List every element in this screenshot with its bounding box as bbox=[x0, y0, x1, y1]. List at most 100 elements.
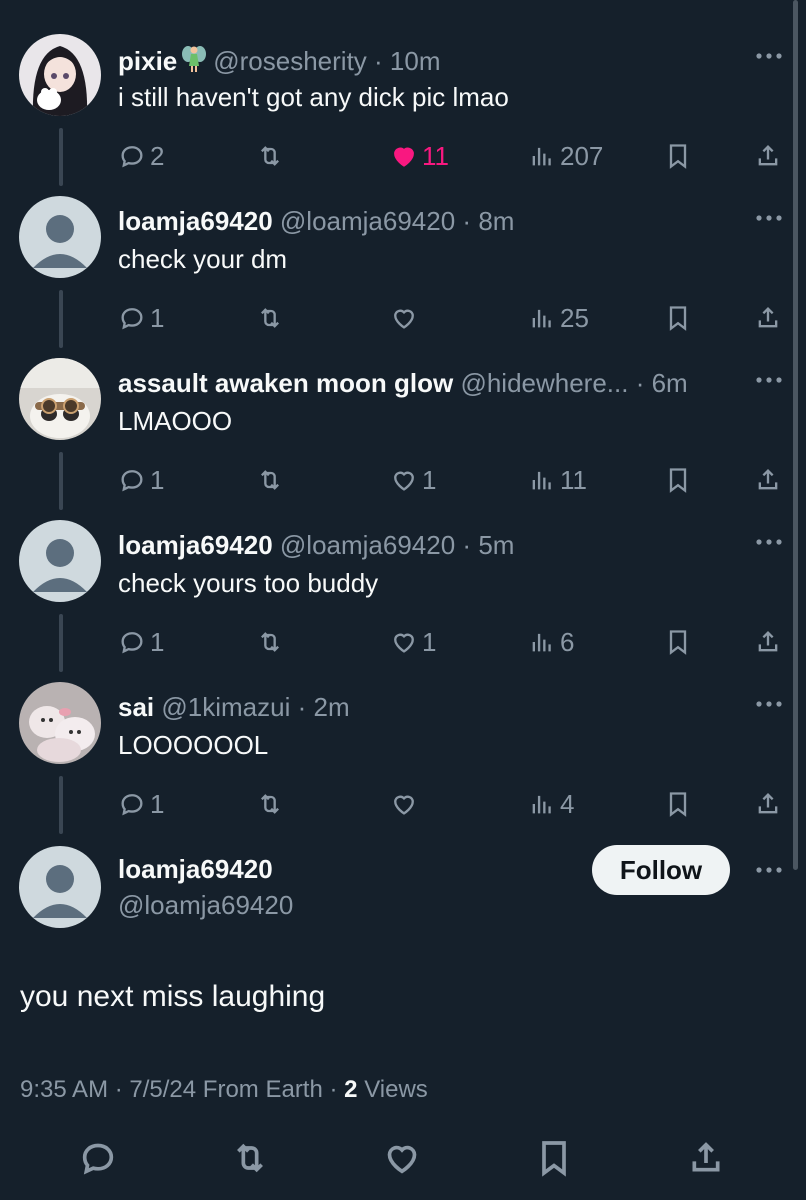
views-icon bbox=[532, 633, 551, 652]
reply-button[interactable]: 2 bbox=[118, 138, 164, 174]
reply-tweet[interactable]: assault awaken moon glow @hidewhere... ·… bbox=[0, 358, 806, 520]
like-button[interactable]: 11 bbox=[390, 138, 449, 174]
tweet-time[interactable]: 10m bbox=[390, 46, 441, 76]
bookmark-button[interactable] bbox=[664, 300, 692, 336]
tweet-actions: 2 11 207 bbox=[118, 138, 798, 174]
reply-button[interactable]: 1 bbox=[118, 462, 164, 498]
bookmark-button[interactable] bbox=[532, 1136, 576, 1180]
views-button[interactable]: 11 bbox=[528, 462, 587, 498]
author-handle[interactable]: @loamja69420 bbox=[280, 530, 455, 560]
retweet-button[interactable] bbox=[256, 624, 288, 660]
author-name[interactable]: sai bbox=[118, 692, 154, 722]
bookmark-button[interactable] bbox=[664, 786, 692, 822]
more-icon[interactable] bbox=[754, 694, 784, 714]
avatar[interactable] bbox=[19, 682, 101, 764]
tweet-date[interactable]: 7/5/24 bbox=[129, 1076, 196, 1103]
tweet-actions: 1 1 6 bbox=[118, 624, 798, 660]
tweet-time[interactable]: 2m bbox=[313, 692, 349, 722]
heart-icon bbox=[387, 1145, 417, 1174]
like-button[interactable] bbox=[390, 786, 422, 822]
tweet-time[interactable]: 9:35 AM bbox=[20, 1076, 108, 1103]
follow-button[interactable]: Follow bbox=[592, 845, 730, 895]
reply-tweet[interactable]: pixie @rosesherity · 10m i still haven't g… bbox=[0, 34, 806, 196]
tweet-time[interactable]: 6m bbox=[652, 368, 688, 398]
reply-icon bbox=[121, 146, 143, 168]
author-handle[interactable]: @1kimazui bbox=[161, 692, 290, 722]
share-icon bbox=[758, 307, 778, 328]
share-button[interactable] bbox=[754, 462, 782, 498]
retweet-icon bbox=[261, 794, 279, 814]
reply-tweet[interactable]: loamja69420 @loamja69420 · 8m check your … bbox=[0, 196, 806, 358]
reply-tweet[interactable]: loamja69420 @loamja69420 · 5m check yours… bbox=[0, 520, 806, 682]
more-icon[interactable] bbox=[754, 46, 784, 66]
bookmark-button[interactable] bbox=[664, 624, 692, 660]
retweet-icon bbox=[261, 632, 279, 652]
like-button[interactable]: 1 bbox=[390, 624, 436, 660]
author-name[interactable]: loamja69420 bbox=[118, 530, 273, 560]
retweet-button[interactable] bbox=[256, 786, 288, 822]
views-button[interactable]: 25 bbox=[528, 300, 589, 336]
share-button[interactable] bbox=[754, 300, 782, 336]
reply-button[interactable]: 1 bbox=[118, 624, 164, 660]
more-icon[interactable] bbox=[754, 860, 784, 880]
reply-icon bbox=[121, 470, 143, 492]
avatar[interactable] bbox=[19, 846, 101, 928]
more-icon[interactable] bbox=[754, 532, 784, 552]
like-button[interactable] bbox=[390, 300, 422, 336]
share-button[interactable] bbox=[754, 138, 782, 174]
more-icon[interactable] bbox=[754, 370, 784, 390]
reply-icon bbox=[121, 632, 143, 654]
retweet-button[interactable] bbox=[256, 462, 288, 498]
reply-count: 1 bbox=[150, 302, 165, 333]
more-icon[interactable] bbox=[754, 208, 784, 228]
avatar[interactable] bbox=[19, 196, 101, 278]
views-button[interactable]: 6 bbox=[528, 624, 574, 660]
scrollbar[interactable] bbox=[793, 0, 798, 870]
avatar[interactable] bbox=[19, 34, 101, 116]
reply-count: 1 bbox=[150, 626, 165, 657]
share-button[interactable] bbox=[684, 1136, 728, 1180]
like-button[interactable] bbox=[380, 1136, 424, 1180]
tweet-time[interactable]: 5m bbox=[478, 530, 514, 560]
views-button[interactable]: 207 bbox=[528, 138, 603, 174]
reply-button[interactable]: 1 bbox=[118, 300, 164, 336]
views-count: 207 bbox=[560, 140, 604, 171]
heart-icon bbox=[394, 633, 414, 653]
author-handle[interactable]: @rosesherity bbox=[213, 46, 367, 76]
tweet-text: check your dm bbox=[118, 244, 288, 274]
fairy-emoji bbox=[182, 46, 207, 72]
retweet-button[interactable] bbox=[228, 1136, 272, 1180]
like-count: 11 bbox=[422, 140, 449, 171]
tweet-header: loamja69420 @loamja69420 · 5m bbox=[118, 530, 514, 561]
share-button[interactable] bbox=[754, 786, 782, 822]
like-button[interactable]: 1 bbox=[390, 462, 436, 498]
views-icon bbox=[532, 795, 551, 814]
author-handle[interactable]: @hidewhere... bbox=[460, 368, 628, 398]
author-handle[interactable]: @loamja69420 bbox=[118, 890, 293, 921]
author-name[interactable]: pixie bbox=[118, 46, 177, 76]
tweet-action-bar bbox=[0, 1136, 806, 1184]
reply-count: 1 bbox=[150, 788, 165, 819]
bookmark-icon bbox=[669, 306, 687, 331]
thread-line bbox=[59, 776, 63, 834]
bookmark-icon bbox=[669, 630, 687, 655]
tweet-text: check yours too buddy bbox=[118, 568, 379, 598]
author-handle[interactable]: @loamja69420 bbox=[280, 206, 455, 236]
avatar[interactable] bbox=[19, 358, 101, 440]
reply-button[interactable]: 1 bbox=[118, 786, 164, 822]
avatar[interactable] bbox=[19, 520, 101, 602]
tweet-actions: 1 1 11 bbox=[118, 462, 798, 498]
reply-button[interactable] bbox=[76, 1136, 120, 1180]
author-name[interactable]: loamja69420 bbox=[118, 206, 273, 236]
author-name[interactable]: assault awaken moon glow bbox=[118, 368, 453, 398]
bookmark-button[interactable] bbox=[664, 462, 692, 498]
reply-tweet[interactable]: sai @1kimazui · 2m LOOOOOOL 1 4 bbox=[0, 682, 806, 844]
views-button[interactable]: 4 bbox=[528, 786, 574, 822]
thread-line bbox=[59, 128, 63, 186]
author-name[interactable]: loamja69420 bbox=[118, 854, 273, 885]
retweet-button[interactable] bbox=[256, 300, 288, 336]
retweet-button[interactable] bbox=[256, 138, 288, 174]
tweet-time[interactable]: 8m bbox=[478, 206, 514, 236]
bookmark-button[interactable] bbox=[664, 138, 692, 174]
share-button[interactable] bbox=[754, 624, 782, 660]
